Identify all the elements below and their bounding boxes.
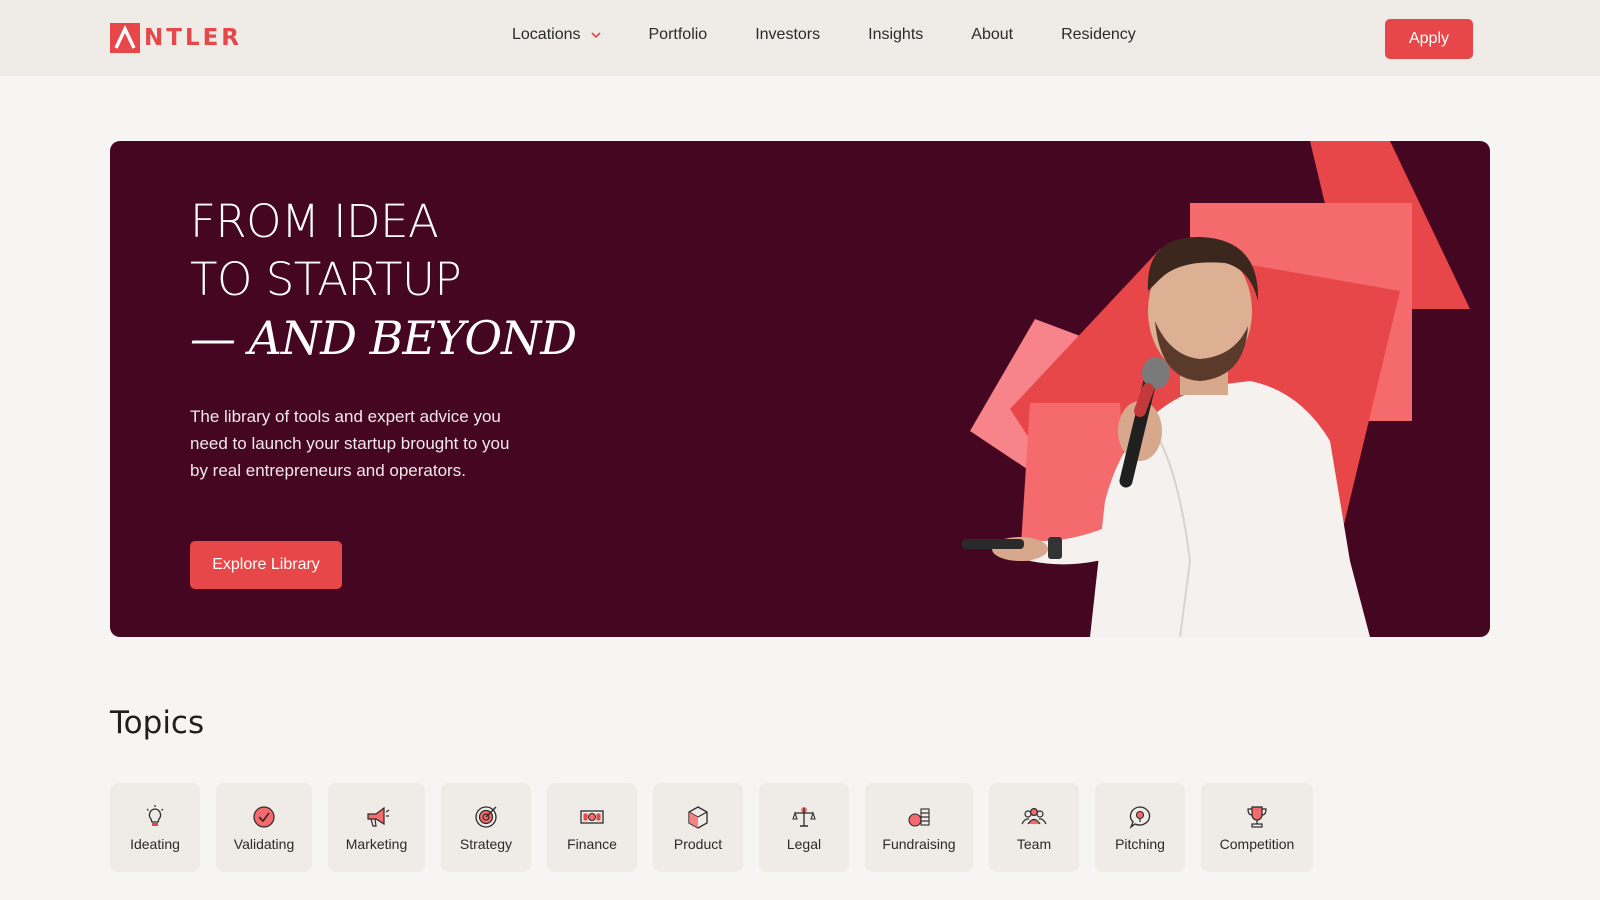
topic-team[interactable]: Team <box>989 783 1079 872</box>
nav-investors[interactable]: Investors <box>755 26 820 44</box>
topic-label: Pitching <box>1115 835 1165 852</box>
topic-label: Finance <box>567 835 617 852</box>
site-header: NTLER Locations Portfolio Investors Insi… <box>0 0 1600 76</box>
topic-label: Product <box>673 835 723 852</box>
topic-marketing[interactable]: Marketing <box>328 783 425 872</box>
topic-competition[interactable]: Competition <box>1201 783 1313 872</box>
topic-fundraising[interactable]: Fundraising <box>865 783 973 872</box>
megaphone-icon <box>366 806 389 827</box>
logo-mark-icon <box>110 23 140 53</box>
nav-residency[interactable]: Residency <box>1061 26 1136 44</box>
scales-icon <box>792 806 816 827</box>
check-circle-icon <box>253 805 275 828</box>
explore-library-button[interactable]: Explore Library <box>190 541 342 589</box>
hero-title-line-2: TO STARTUP <box>190 253 462 306</box>
nav-portfolio[interactable]: Portfolio <box>649 26 708 44</box>
hero-speaker-illustration <box>962 141 1470 637</box>
antler-logo[interactable]: NTLER <box>110 23 242 53</box>
nav-insights[interactable]: Insights <box>868 26 923 44</box>
topic-label: Strategy <box>459 835 513 852</box>
topic-label: Marketing <box>345 835 408 852</box>
topic-label: Team <box>1016 835 1052 852</box>
topics-list: Ideating Validating Marketing Strategy F… <box>110 783 1329 872</box>
coins-icon <box>908 807 930 827</box>
hero-title-italic: — AND BEYOND <box>190 311 577 365</box>
trophy-icon <box>1247 805 1267 828</box>
topic-validating[interactable]: Validating <box>216 783 312 872</box>
topic-pitching[interactable]: Pitching <box>1095 783 1185 872</box>
hero-description: The library of tools and expert advice y… <box>190 407 510 480</box>
nav-locations-label: Locations <box>512 26 581 43</box>
topic-label: Competition <box>1219 835 1295 852</box>
topic-label: Fundraising <box>882 835 956 852</box>
topic-label: Validating <box>233 835 295 852</box>
topic-finance[interactable]: Finance <box>547 783 637 872</box>
topic-ideating[interactable]: Ideating <box>110 783 200 872</box>
banknote-icon <box>580 809 604 824</box>
box-icon <box>688 805 708 829</box>
speech-bulb-icon <box>1129 805 1151 829</box>
hero-title-line-1: FROM IDEA <box>190 195 439 248</box>
main-nav: Locations Portfolio Investors Insights A… <box>512 26 1136 44</box>
topic-label: Legal <box>786 835 822 852</box>
apply-button[interactable]: Apply <box>1385 19 1473 59</box>
chevron-down-icon <box>590 32 601 39</box>
hero-banner: FROM IDEA TO STARTUP — AND BEYOND The li… <box>110 141 1490 637</box>
nav-locations[interactable]: Locations <box>512 26 601 44</box>
topic-label: Ideating <box>130 835 180 852</box>
nav-about[interactable]: About <box>971 26 1013 44</box>
hero-title: FROM IDEA TO STARTUP <box>190 193 462 309</box>
topic-strategy[interactable]: Strategy <box>441 783 531 872</box>
topic-legal[interactable]: Legal <box>759 783 849 872</box>
topics-heading: Topics <box>110 705 205 741</box>
topic-product[interactable]: Product <box>653 783 743 872</box>
people-icon <box>1021 807 1047 824</box>
target-icon <box>475 805 497 828</box>
lightbulb-icon <box>146 804 164 826</box>
logo-wordmark: NTLER <box>144 25 243 51</box>
